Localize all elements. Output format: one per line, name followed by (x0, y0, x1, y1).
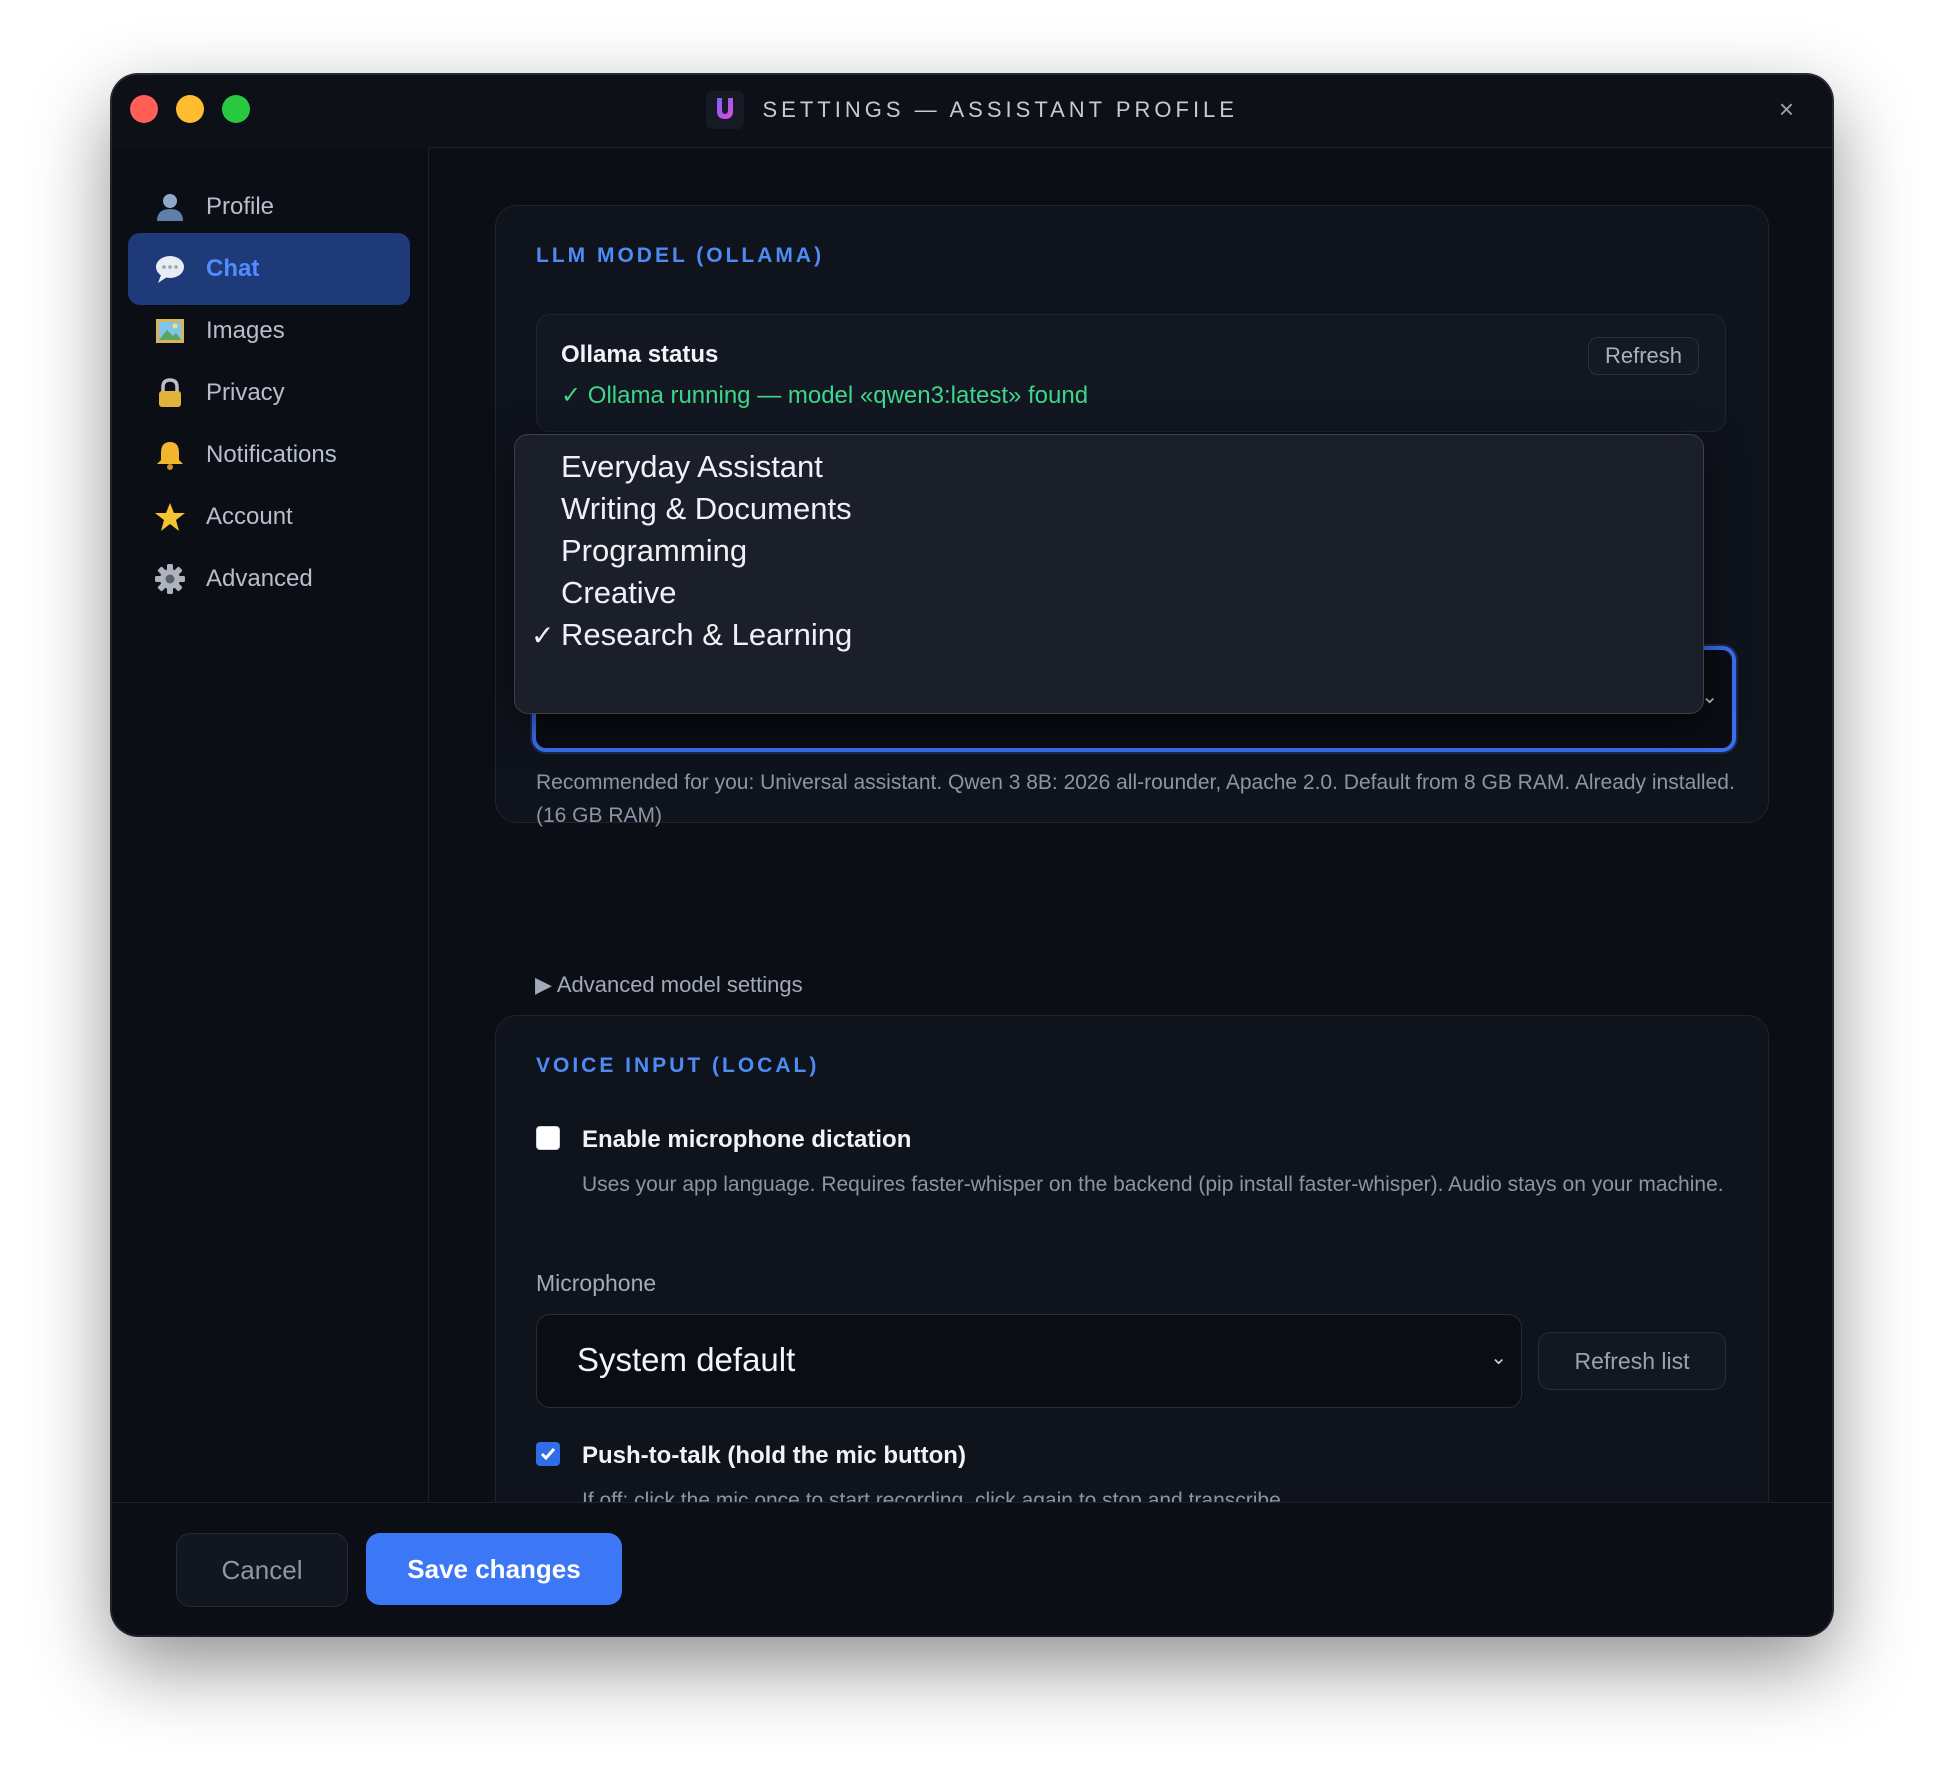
dropdown-option-research[interactable]: Research & Learning (561, 617, 852, 653)
title-wrap: SETTINGS — ASSISTANT PROFILE (112, 91, 1832, 129)
window-title: SETTINGS — ASSISTANT PROFILE (762, 97, 1238, 122)
settings-content: LLM MODEL (OLLAMA) Ollama status ✓ Ollam… (429, 147, 1832, 1503)
sidebar-item-label: Profile (206, 193, 275, 220)
dropdown-option-creative[interactable]: Creative (561, 575, 676, 611)
settings-sidebar: Profile Chat Images Privacy Notification… (112, 147, 429, 1503)
sidebar-item-label: Advanced (206, 565, 313, 592)
check-icon (540, 1448, 556, 1461)
llm-model-card: LLM MODEL (OLLAMA) Ollama status ✓ Ollam… (495, 205, 1769, 827)
user-icon (157, 194, 183, 221)
profile-dropdown-menu: Everyday Assistant Writing & Documents P… (514, 434, 1704, 714)
close-icon[interactable]: × (1779, 95, 1794, 123)
model-recommendation-hint: Recommended for you: Universal assistant… (536, 771, 1735, 827)
advanced-model-settings-toggle[interactable]: ▶ Advanced model settings (535, 972, 803, 998)
voice-input-card: VOICE INPUT (LOCAL) Enable microphone di… (495, 1015, 1769, 1503)
microphone-select[interactable]: System default ⌄ (536, 1314, 1522, 1408)
sidebar-item-label: Account (206, 503, 293, 530)
picture-icon (156, 319, 184, 343)
llm-section-heading: LLM MODEL (OLLAMA) (536, 244, 825, 267)
sidebar-item-advanced[interactable]: Advanced (128, 543, 410, 615)
ollama-status-text: ✓ Ollama running — model «qwen3:latest» … (561, 382, 1089, 409)
dictation-hint: Uses your app language. Requires faster-… (582, 1173, 1724, 1196)
gear-icon (155, 564, 185, 594)
push-to-talk-hint: If off: click the mic once to start reco… (582, 1489, 1287, 1503)
dropdown-option-programming[interactable]: Programming (561, 533, 747, 569)
app-logo-icon (706, 91, 745, 129)
dropdown-option-everyday[interactable]: Everyday Assistant (561, 449, 823, 485)
microphone-label: Microphone (536, 1270, 657, 1296)
push-to-talk-checkbox[interactable] (536, 1442, 560, 1466)
dropdown-option-writing[interactable]: Writing & Documents (561, 491, 852, 527)
ollama-status-box: Ollama status ✓ Ollama running — model «… (536, 314, 1726, 432)
refresh-status-button[interactable]: Refresh (1587, 337, 1699, 375)
sidebar-item-label: Images (206, 317, 285, 344)
bell-icon (157, 442, 183, 470)
star-icon (155, 503, 185, 531)
dictation-label: Enable microphone dictation (582, 1126, 912, 1153)
microphone-select-value: System default (577, 1341, 796, 1378)
sidebar-item-label: Notifications (206, 441, 337, 468)
refresh-list-button[interactable]: Refresh list (1538, 1332, 1726, 1390)
ollama-status-title: Ollama status (561, 341, 719, 368)
check-icon: ✓ (531, 620, 555, 651)
settings-window: SETTINGS — ASSISTANT PROFILE × Profile C… (112, 75, 1832, 1635)
footer-bar: Cancel Save changes (112, 1502, 1832, 1635)
dictation-checkbox[interactable] (536, 1126, 560, 1150)
sidebar-item-label: Privacy (206, 379, 285, 406)
sidebar-item-label: Chat (206, 255, 260, 282)
cancel-button[interactable]: Cancel (176, 1533, 348, 1607)
title-bar: SETTINGS — ASSISTANT PROFILE × (112, 75, 1832, 148)
chevron-down-icon: ⌄ (1490, 1347, 1507, 1369)
lock-icon (159, 378, 181, 407)
speech-bubble-icon (156, 256, 184, 283)
voice-section-heading: VOICE INPUT (LOCAL) (536, 1054, 820, 1077)
push-to-talk-label: Push-to-talk (hold the mic button) (582, 1442, 966, 1469)
save-changes-button[interactable]: Save changes (366, 1533, 622, 1605)
